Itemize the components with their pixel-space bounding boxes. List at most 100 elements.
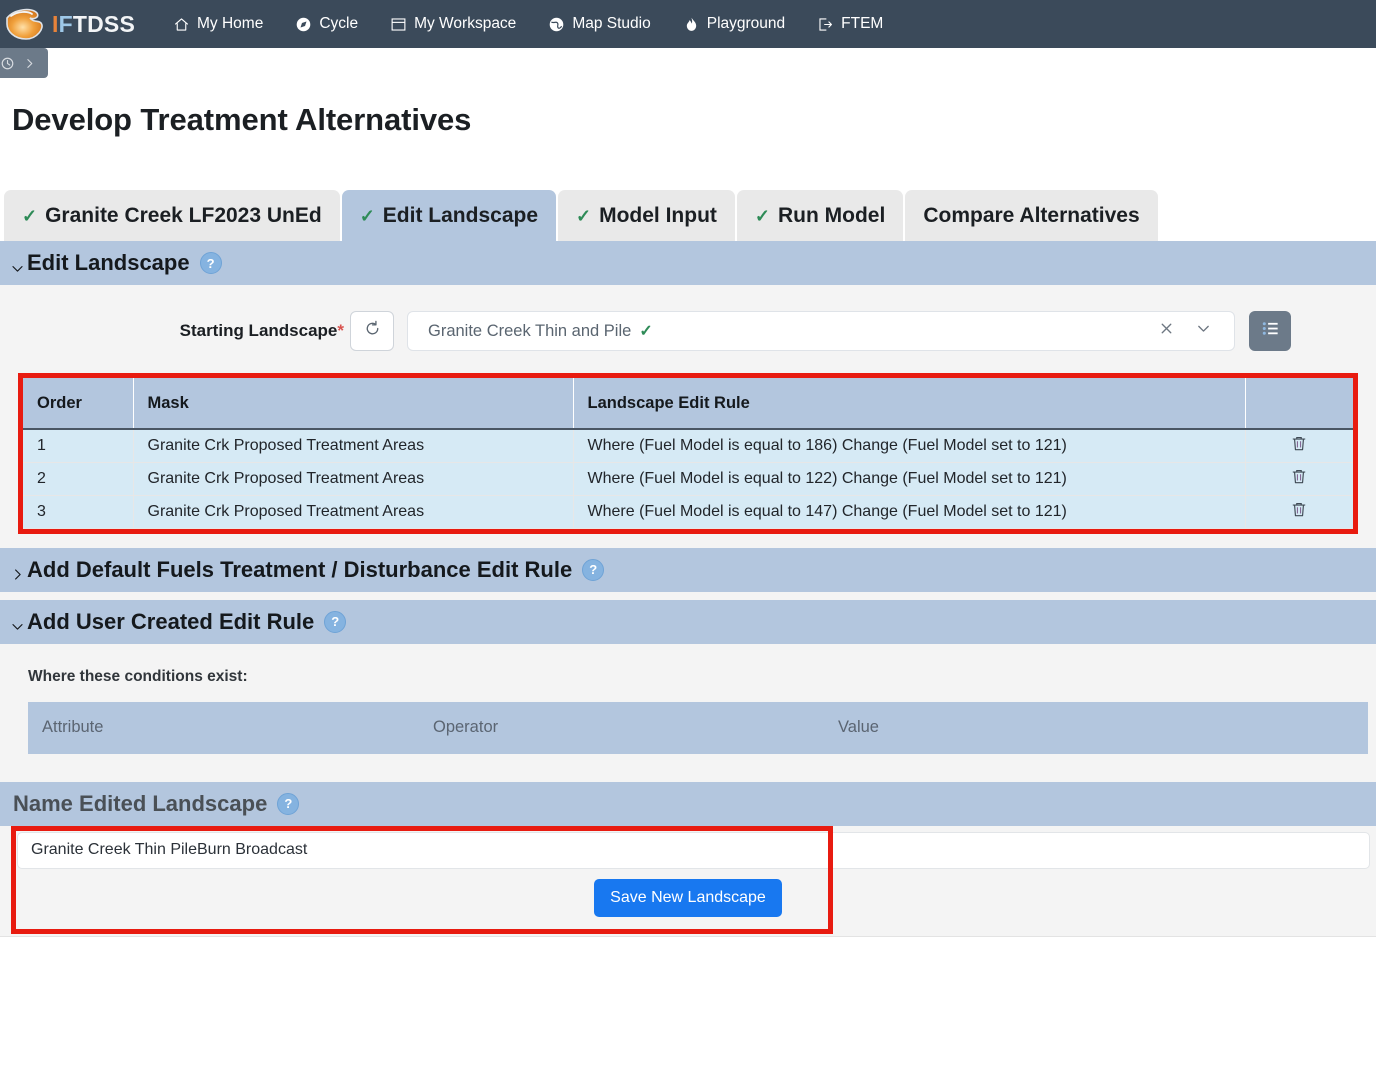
tab-label: Granite Creek LF2023 UnEd	[45, 203, 322, 227]
tab-label: Compare Alternatives	[923, 203, 1140, 227]
logout-arrow-icon	[817, 16, 834, 33]
column-header-landscape-edit-rule: Landscape Edit Rule	[573, 378, 1246, 430]
tab-label: Model Input	[599, 203, 717, 227]
check-icon: ✓	[639, 323, 653, 340]
history-circle-icon[interactable]	[0, 56, 15, 71]
cell-rule: Where (Fuel Model is equal to 147) Chang…	[573, 495, 1246, 529]
starting-landscape-row: Starting Landscape* Granite Creek Thin a…	[0, 285, 1376, 373]
section-title: Edit Landscape	[27, 250, 190, 275]
brand-logo-group[interactable]: IFTDSS	[4, 6, 135, 42]
user-created-rule-panel: Where these conditions exist: Attribute …	[0, 643, 1376, 782]
flame-icon	[683, 16, 700, 33]
nav-item-my-workspace[interactable]: My Workspace	[374, 9, 532, 39]
help-icon[interactable]: ?	[277, 792, 300, 815]
tab-edit-landscape[interactable]: ✓ Edit Landscape	[341, 190, 556, 241]
nav-label: My Workspace	[414, 15, 517, 32]
landscape-name-input[interactable]	[17, 831, 1370, 869]
starting-landscape-label: Starting Landscape*	[179, 321, 344, 340]
column-header-actions	[1245, 378, 1353, 430]
cell-actions	[1245, 429, 1353, 463]
cell-rule: Where (Fuel Model is equal to 186) Chang…	[573, 429, 1246, 463]
nav-label: My Home	[197, 15, 264, 32]
nav-item-my-home[interactable]: My Home	[157, 9, 279, 39]
breadcrumb[interactable]	[0, 48, 48, 78]
chevron-right-icon[interactable]	[10, 562, 25, 580]
page-title: Develop Treatment Alternatives	[12, 102, 472, 137]
edit-landscape-panel: Starting Landscape* Granite Creek Thin a…	[0, 285, 1376, 548]
nav-label: Cycle	[319, 15, 359, 32]
globe-icon	[548, 16, 565, 33]
tab-label: Run Model	[778, 203, 886, 227]
top-navigation-bar: IFTDSS My Home Cycle My Workspace Map St…	[0, 0, 1376, 48]
column-header-operator: Operator	[433, 718, 499, 736]
clear-x-icon[interactable]	[1158, 320, 1175, 342]
chevron-right-icon[interactable]	[23, 57, 36, 70]
column-header-attribute: Attribute	[42, 718, 104, 736]
save-row: Save New Landscape	[0, 869, 1376, 927]
cell-rule: Where (Fuel Model is equal to 122) Chang…	[573, 462, 1246, 496]
workflow-tabs: ✓ Granite Creek LF2023 UnEd ✓ Edit Lands…	[0, 189, 1376, 241]
chevron-down-icon[interactable]	[10, 614, 25, 630]
section-header-edit-landscape[interactable]: Edit Landscape ?	[0, 241, 1376, 285]
cell-order: 3	[23, 495, 134, 529]
annotation-box-rules-table: Order Mask Landscape Edit Rule 1 Granite…	[18, 373, 1358, 534]
nav-item-cycle[interactable]: Cycle	[279, 9, 374, 39]
help-icon[interactable]: ?	[582, 558, 605, 581]
chevron-down-icon[interactable]	[1195, 320, 1212, 342]
section-header-name-edited-landscape[interactable]: Name Edited Landscape ?	[0, 781, 1376, 826]
starting-landscape-value: Granite Creek Thin and Pile ✓	[428, 321, 1148, 341]
check-icon: ✓	[359, 205, 375, 226]
list-view-icon	[1260, 318, 1281, 344]
nav-item-ftem[interactable]: FTEM	[801, 9, 899, 39]
cell-actions	[1245, 495, 1353, 529]
nav-label: FTEM	[841, 15, 884, 32]
trash-icon[interactable]	[1291, 501, 1307, 523]
save-new-landscape-button[interactable]: Save New Landscape	[594, 878, 782, 917]
refresh-icon	[363, 319, 382, 343]
tab-granite-creek-lf2023-uned[interactable]: ✓ Granite Creek LF2023 UnEd	[4, 190, 340, 241]
panel-spacer	[0, 754, 1376, 782]
trash-icon[interactable]	[1291, 435, 1307, 457]
section-header-add-default-fuels-treatment[interactable]: Add Default Fuels Treatment / Disturbanc…	[0, 547, 1376, 592]
conditions-table-header: Attribute Operator Value	[28, 701, 1368, 754]
tab-run-model[interactable]: ✓ Run Model	[736, 190, 904, 241]
chevron-down-icon[interactable]	[10, 256, 25, 272]
check-icon: ✓	[576, 205, 592, 226]
flame-swoosh-logo-icon	[4, 6, 48, 42]
help-icon[interactable]: ?	[324, 610, 347, 633]
section-gap	[0, 591, 1376, 600]
check-icon: ✓	[754, 205, 770, 226]
refresh-button[interactable]	[350, 311, 394, 351]
cell-order: 2	[23, 462, 134, 496]
tab-model-input[interactable]: ✓ Model Input	[558, 190, 735, 241]
table-header-row: Order Mask Landscape Edit Rule	[23, 378, 1353, 430]
list-view-button[interactable]	[1249, 311, 1291, 351]
cell-mask: Granite Crk Proposed Treatment Areas	[133, 462, 574, 496]
panel-bottom-edge	[0, 926, 1376, 937]
nav-label: Map Studio	[572, 15, 651, 32]
nav-label: Playground	[706, 15, 786, 32]
cell-mask: Granite Crk Proposed Treatment Areas	[133, 495, 574, 529]
landscape-edit-rules-table: Order Mask Landscape Edit Rule 1 Granite…	[23, 378, 1353, 529]
section-header-add-user-created-edit-rule[interactable]: Add User Created Edit Rule ?	[0, 599, 1376, 644]
selected-value-text: Granite Creek Thin and Pile	[428, 321, 632, 340]
rules-table-wrap: Order Mask Landscape Edit Rule 1 Granite…	[0, 373, 1376, 534]
section-title: Add Default Fuels Treatment / Disturbanc…	[27, 556, 573, 582]
table-row: 2 Granite Crk Proposed Treatment Areas W…	[23, 462, 1353, 496]
nav-item-map-studio[interactable]: Map Studio	[532, 9, 666, 39]
nav-items: My Home Cycle My Workspace Map Studio Pl…	[157, 9, 899, 39]
column-header-order: Order	[23, 378, 134, 430]
cycle-compass-icon	[295, 16, 312, 33]
breadcrumb-strip	[0, 48, 1376, 80]
conditions-label: Where these conditions exist:	[28, 667, 248, 685]
trash-icon[interactable]	[1291, 468, 1307, 490]
brand-name: IFTDSS	[52, 10, 135, 37]
section-title: Name Edited Landscape	[13, 790, 268, 816]
section-title: Add User Created Edit Rule	[27, 608, 315, 634]
workspace-window-icon	[390, 16, 407, 33]
starting-landscape-select[interactable]: Granite Creek Thin and Pile ✓	[407, 311, 1235, 351]
panel-spacer	[0, 534, 1376, 548]
help-icon[interactable]: ?	[199, 252, 222, 274]
nav-item-playground[interactable]: Playground	[667, 9, 801, 39]
tab-compare-alternatives[interactable]: Compare Alternatives	[905, 190, 1158, 241]
